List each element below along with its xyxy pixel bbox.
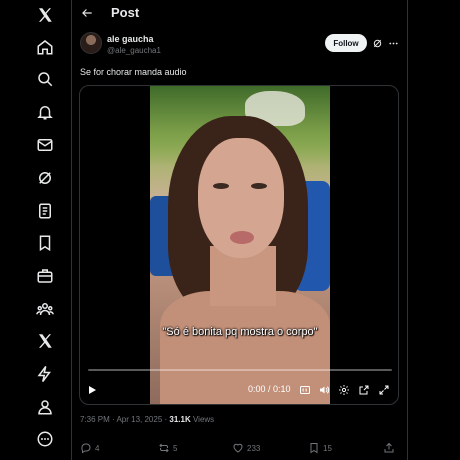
back-arrow-icon[interactable] — [78, 4, 96, 22]
closed-captions-icon[interactable] — [299, 382, 311, 398]
avatar[interactable] — [80, 32, 102, 54]
more-circle-icon[interactable] — [30, 424, 60, 454]
fullscreen-icon[interactable] — [378, 382, 390, 398]
more-options-icon[interactable] — [386, 36, 400, 50]
page-title: Post — [111, 5, 140, 20]
grok-icon[interactable] — [370, 36, 384, 50]
bookmark-count: 15 — [323, 443, 332, 453]
reply-icon — [81, 443, 91, 454]
play-icon[interactable] — [86, 382, 98, 398]
lists-icon[interactable] — [30, 196, 60, 226]
bookmark-icon[interactable] — [30, 228, 60, 258]
search-icon[interactable] — [30, 64, 60, 94]
reply-button[interactable]: 4 — [80, 440, 99, 456]
post-meta: 7:36 PM · Apr 13, 2025 · 31.1K Views — [80, 415, 214, 424]
video-caption: "Só é bonita pq mostra o corpo" — [162, 326, 318, 338]
author-handle[interactable]: @ale_gaucha1 — [107, 46, 161, 55]
x-logo-icon[interactable] — [30, 0, 60, 30]
video-player[interactable]: "Só é bonita pq mostra o corpo" 0:00 / 0… — [79, 85, 399, 405]
post-text: Se for chorar manda audio — [80, 67, 187, 77]
sidebar-nav — [0, 0, 72, 460]
post-column: Post ale gaucha @ale_gaucha1 Follow Se f… — [72, 0, 408, 460]
lightning-icon[interactable] — [30, 359, 60, 389]
follow-button[interactable]: Follow — [325, 34, 367, 52]
video-frame[interactable] — [150, 86, 330, 404]
share-icon — [384, 442, 394, 453]
settings-gear-icon[interactable] — [338, 382, 350, 398]
like-button[interactable]: 233 — [232, 440, 260, 456]
pop-out-icon[interactable] — [358, 382, 370, 398]
mail-icon[interactable] — [30, 130, 60, 160]
eye-right — [251, 183, 267, 189]
reply-count: 4 — [95, 443, 100, 453]
bookmark-icon — [310, 443, 318, 454]
repost-icon — [159, 443, 169, 453]
views-count: 31.1K — [169, 415, 191, 424]
post-timestamp[interactable]: 7:36 PM · Apr 13, 2025 · — [80, 415, 169, 424]
premium-x-icon[interactable] — [30, 326, 60, 356]
briefcase-icon[interactable] — [30, 261, 60, 291]
views-label: Views — [190, 415, 215, 424]
grok-icon[interactable] — [30, 163, 60, 193]
share-button[interactable] — [383, 440, 395, 456]
author-display-name[interactable]: ale gaucha — [107, 34, 154, 44]
repost-button[interactable]: 5 — [158, 440, 177, 456]
like-count: 233 — [247, 443, 261, 453]
repost-count: 5 — [173, 443, 178, 453]
volume-icon[interactable] — [318, 382, 330, 398]
eye-left — [213, 183, 229, 189]
profile-icon[interactable] — [30, 392, 60, 422]
home-icon[interactable] — [30, 32, 60, 62]
lips — [230, 231, 254, 244]
heart-icon — [233, 443, 243, 453]
video-controls: 0:00 / 0:10 — [80, 382, 398, 402]
communities-icon[interactable] — [30, 294, 60, 324]
page-header: Post — [72, 0, 408, 26]
bookmark-button[interactable]: 15 — [308, 440, 332, 456]
video-time: 0:00 / 0:10 — [248, 384, 291, 394]
bell-icon[interactable] — [30, 97, 60, 127]
video-progress-bar[interactable] — [88, 369, 392, 371]
post-actions: 4 5 233 15 — [72, 440, 408, 456]
